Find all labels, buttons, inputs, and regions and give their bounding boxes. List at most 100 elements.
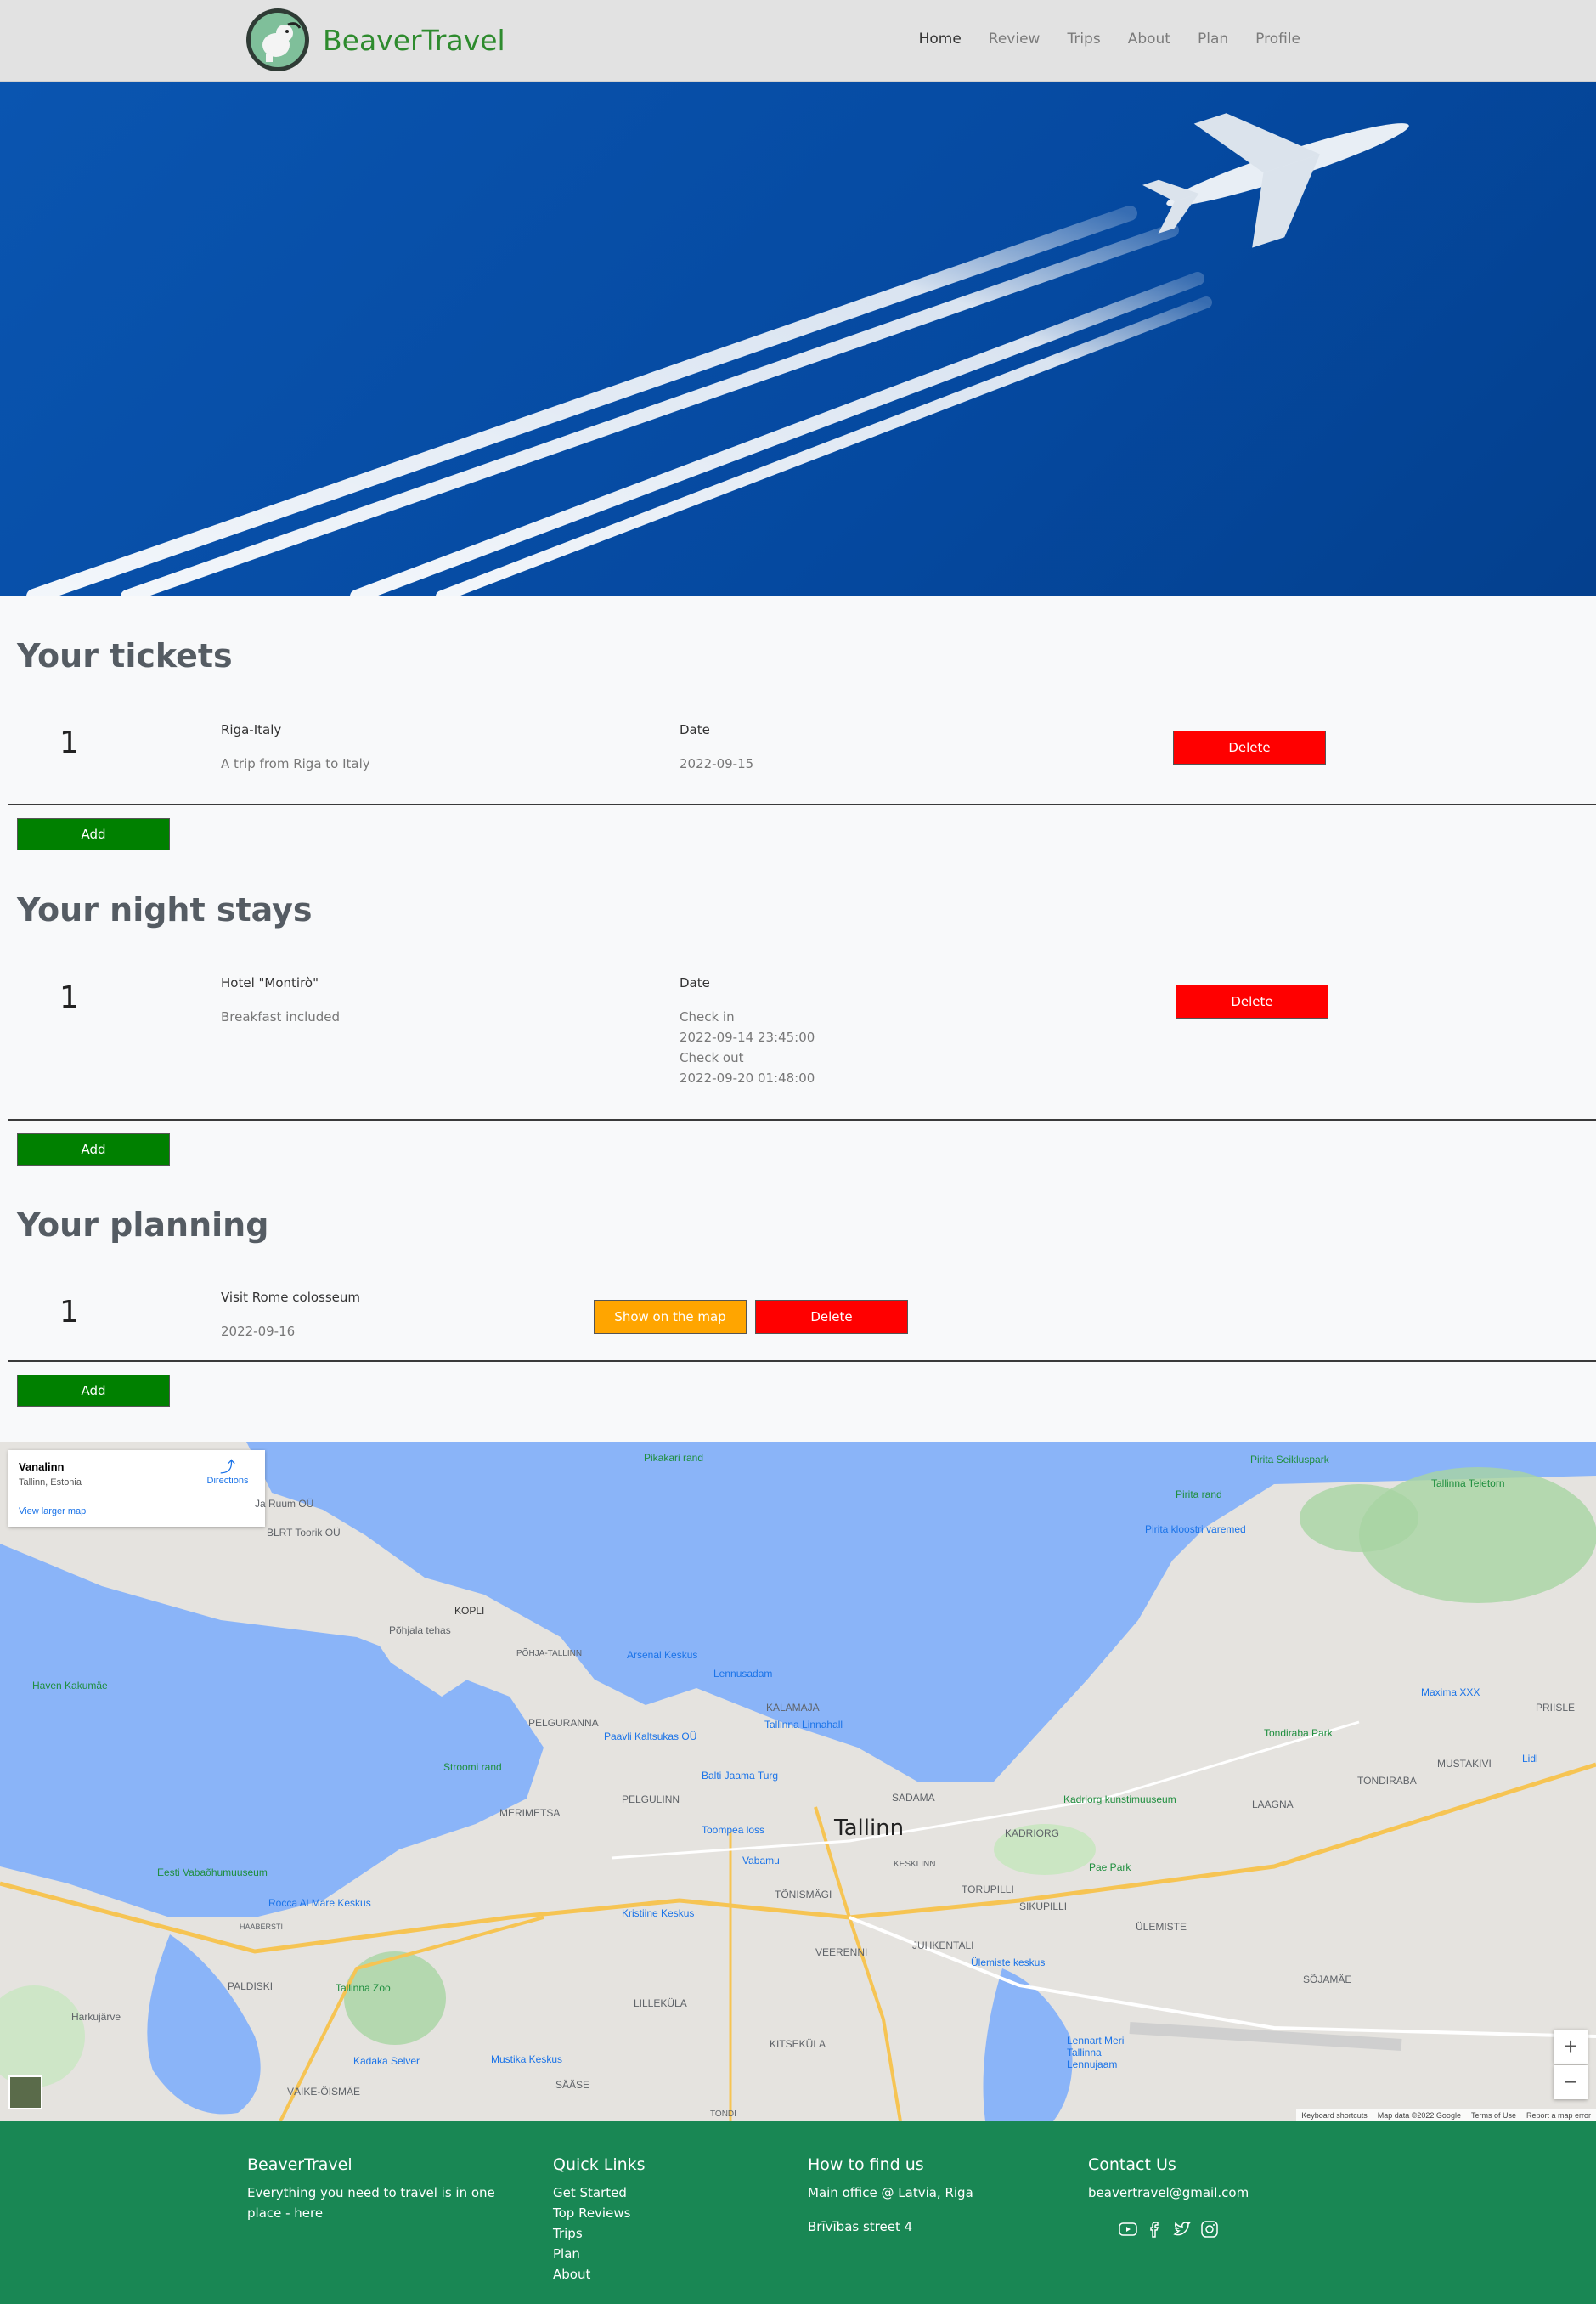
stay-checkin-label: Check in [680,1009,735,1025]
instagram-icon[interactable] [1200,2220,1219,2239]
nav-links: Home Review Trips About Plan Profile [919,31,1300,48]
youtube-icon[interactable] [1119,2220,1137,2239]
twitter-icon[interactable] [1173,2220,1192,2239]
footer-about-text: Everything you need to travel is in one … [247,2185,495,2221]
map-label: PÕHJA-TALLINN [516,1649,583,1658]
map-data-credit: Map data ©2022 Google [1377,2111,1461,2120]
map-label: HAABERSTI [240,1923,284,1931]
map-label: BLRT Toorik OÜ [267,1527,341,1539]
embedded-map[interactable]: Vanalinn Tallinn, Estonia View larger ma… [0,1442,1596,2121]
nav-trips[interactable]: Trips [1067,31,1100,48]
map-label: KOPLI [454,1605,485,1617]
brand[interactable]: BeaverTravel [246,8,505,71]
report-map-error-link[interactable]: Report a map error [1526,2111,1591,2120]
map-label: KALAMAJA [766,1702,820,1714]
footer-link-about[interactable]: About [553,2264,646,2284]
nav-profile[interactable]: Profile [1255,31,1300,48]
map-label: Pae Park [1089,1861,1131,1873]
view-larger-map-link[interactable]: View larger map [19,1506,86,1516]
nav-about[interactable]: About [1128,31,1170,48]
map-label: Paavli Kaltsukas OÜ [604,1731,697,1742]
map-label: Toompea loss [702,1824,765,1836]
nav-home[interactable]: Home [919,31,962,48]
map-place-name: Vanalinn [19,1460,65,1473]
footer-email[interactable]: beavertravel@gmail.com [1088,2183,1249,2203]
map-label: LILLEKÜLA [634,1997,687,2009]
map-label: Maxima XXX [1421,1686,1480,1698]
map-label: Tondiraba Park [1264,1727,1333,1739]
directions-button[interactable]: ⤴ Directions [202,1459,253,1486]
map-label: SÄÄSE [555,2079,590,2091]
footer-find-us: How to find us Main office @ Latvia, Rig… [808,2155,973,2237]
footer-contact: Contact Us beavertravel@gmail.com [1088,2155,1249,2239]
map-label: KITSEKÜLA [770,2038,826,2050]
directions-label: Directions [206,1476,249,1486]
ticket-desc: A trip from Riga to Italy [221,756,370,771]
map-label: Lennusadam [713,1668,773,1680]
map-zoom-in-button[interactable]: + [1554,2030,1588,2064]
map-label: PELGURANNA [528,1717,599,1729]
ticket-date-label: Date [680,722,710,737]
plan-name: Visit Rome colosseum [221,1290,361,1305]
footer-links-heading: Quick Links [553,2155,646,2174]
map-label: Stroomi rand [443,1761,502,1773]
show-on-map-button[interactable]: Show on the map [594,1300,747,1334]
map-label: Tallinna Linnahall [764,1719,843,1731]
map-label: Põhjala tehas [389,1624,451,1636]
stay-delete-button[interactable]: Delete [1176,985,1328,1019]
nav-review[interactable]: Review [989,31,1041,48]
map-label: MERIMETSA [499,1807,561,1819]
map-label: Harkujärve [71,2011,121,2023]
map-city-label: Tallinn [834,1816,905,1841]
stay-add-button[interactable]: Add [17,1133,170,1166]
map-label: Eesti Vabaõhumuuseum [157,1866,268,1878]
map-attribution: Keyboard shortcuts Map data ©2022 Google… [1296,2109,1596,2121]
hero-image [0,82,1596,596]
map-label: SIKUPILLI [1019,1900,1068,1912]
terms-of-use-link[interactable]: Terms of Use [1471,2111,1516,2120]
map-label: ÜLEMISTE [1136,1921,1187,1933]
plan-add-button[interactable]: Add [17,1375,170,1407]
map-label: Kadriorg kunstimuuseum [1063,1793,1176,1805]
navbar: BeaverTravel Home Review Trips About Pla… [0,0,1596,82]
footer-quick-links: Quick Links Get Started Top Reviews Trip… [553,2155,646,2284]
map-place-region: Tallinn, Estonia [19,1477,82,1488]
map-label: VEERENNI [815,1946,868,1958]
map-label: TONDI [710,2109,736,2119]
map-label: Kristiine Keskus [622,1907,695,1919]
plan-delete-button[interactable]: Delete [755,1300,908,1334]
map-label: KESKLINN [894,1860,936,1869]
stay-checkout-label: Check out [680,1050,744,1065]
map-label: Pirita rand [1176,1488,1222,1500]
satellite-toggle-icon[interactable] [8,2075,42,2109]
footer-find-heading: How to find us [808,2155,924,2174]
map-label: TONDIRABA [1357,1775,1417,1787]
map-label: Pirita kloostri varemed [1145,1523,1246,1535]
stay-checkin: 2022-09-14 23:45:00 [680,1030,815,1045]
map-label: TÕNISMÄGI [775,1889,832,1900]
map-zoom-out-button[interactable]: − [1554,2065,1588,2099]
map-label: Ülemiste keskus [971,1957,1046,1968]
keyboard-shortcuts-link[interactable]: Keyboard shortcuts [1301,2111,1368,2120]
footer-link-top-reviews[interactable]: Top Reviews [553,2203,646,2223]
footer-link-trips[interactable]: Trips [553,2223,646,2244]
nav-plan[interactable]: Plan [1198,31,1228,48]
map-label: LAAGNA [1252,1799,1294,1810]
directions-icon: ⤴ [220,1459,235,1476]
map-label: Arsenal Keskus [627,1649,698,1661]
footer-link-get-started[interactable]: Get Started [553,2183,646,2203]
map-label: Mustika Keskus [491,2053,563,2065]
footer-link-plan[interactable]: Plan [553,2244,646,2264]
map-label: VÄIKE-ÕISMÄE [287,2086,361,2098]
ticket-delete-button[interactable]: Delete [1173,731,1326,765]
plan-number: 1 [59,1295,79,1330]
map-label: Balti Jaama Turg [702,1770,779,1782]
facebook-icon[interactable] [1146,2220,1165,2239]
map-label: Ja Ruum OÜ [255,1498,314,1510]
ticket-add-button[interactable]: Add [17,818,170,850]
footer: BeaverTravel Everything you need to trav… [0,2121,1596,2304]
map-place-card: Vanalinn Tallinn, Estonia View larger ma… [8,1450,265,1527]
map-label: TORUPILLI [962,1883,1014,1895]
stay-row: 1 Hotel "Montirò" Breakfast included Dat… [8,943,1596,1121]
airplane-contrail-image [26,113,1409,596]
